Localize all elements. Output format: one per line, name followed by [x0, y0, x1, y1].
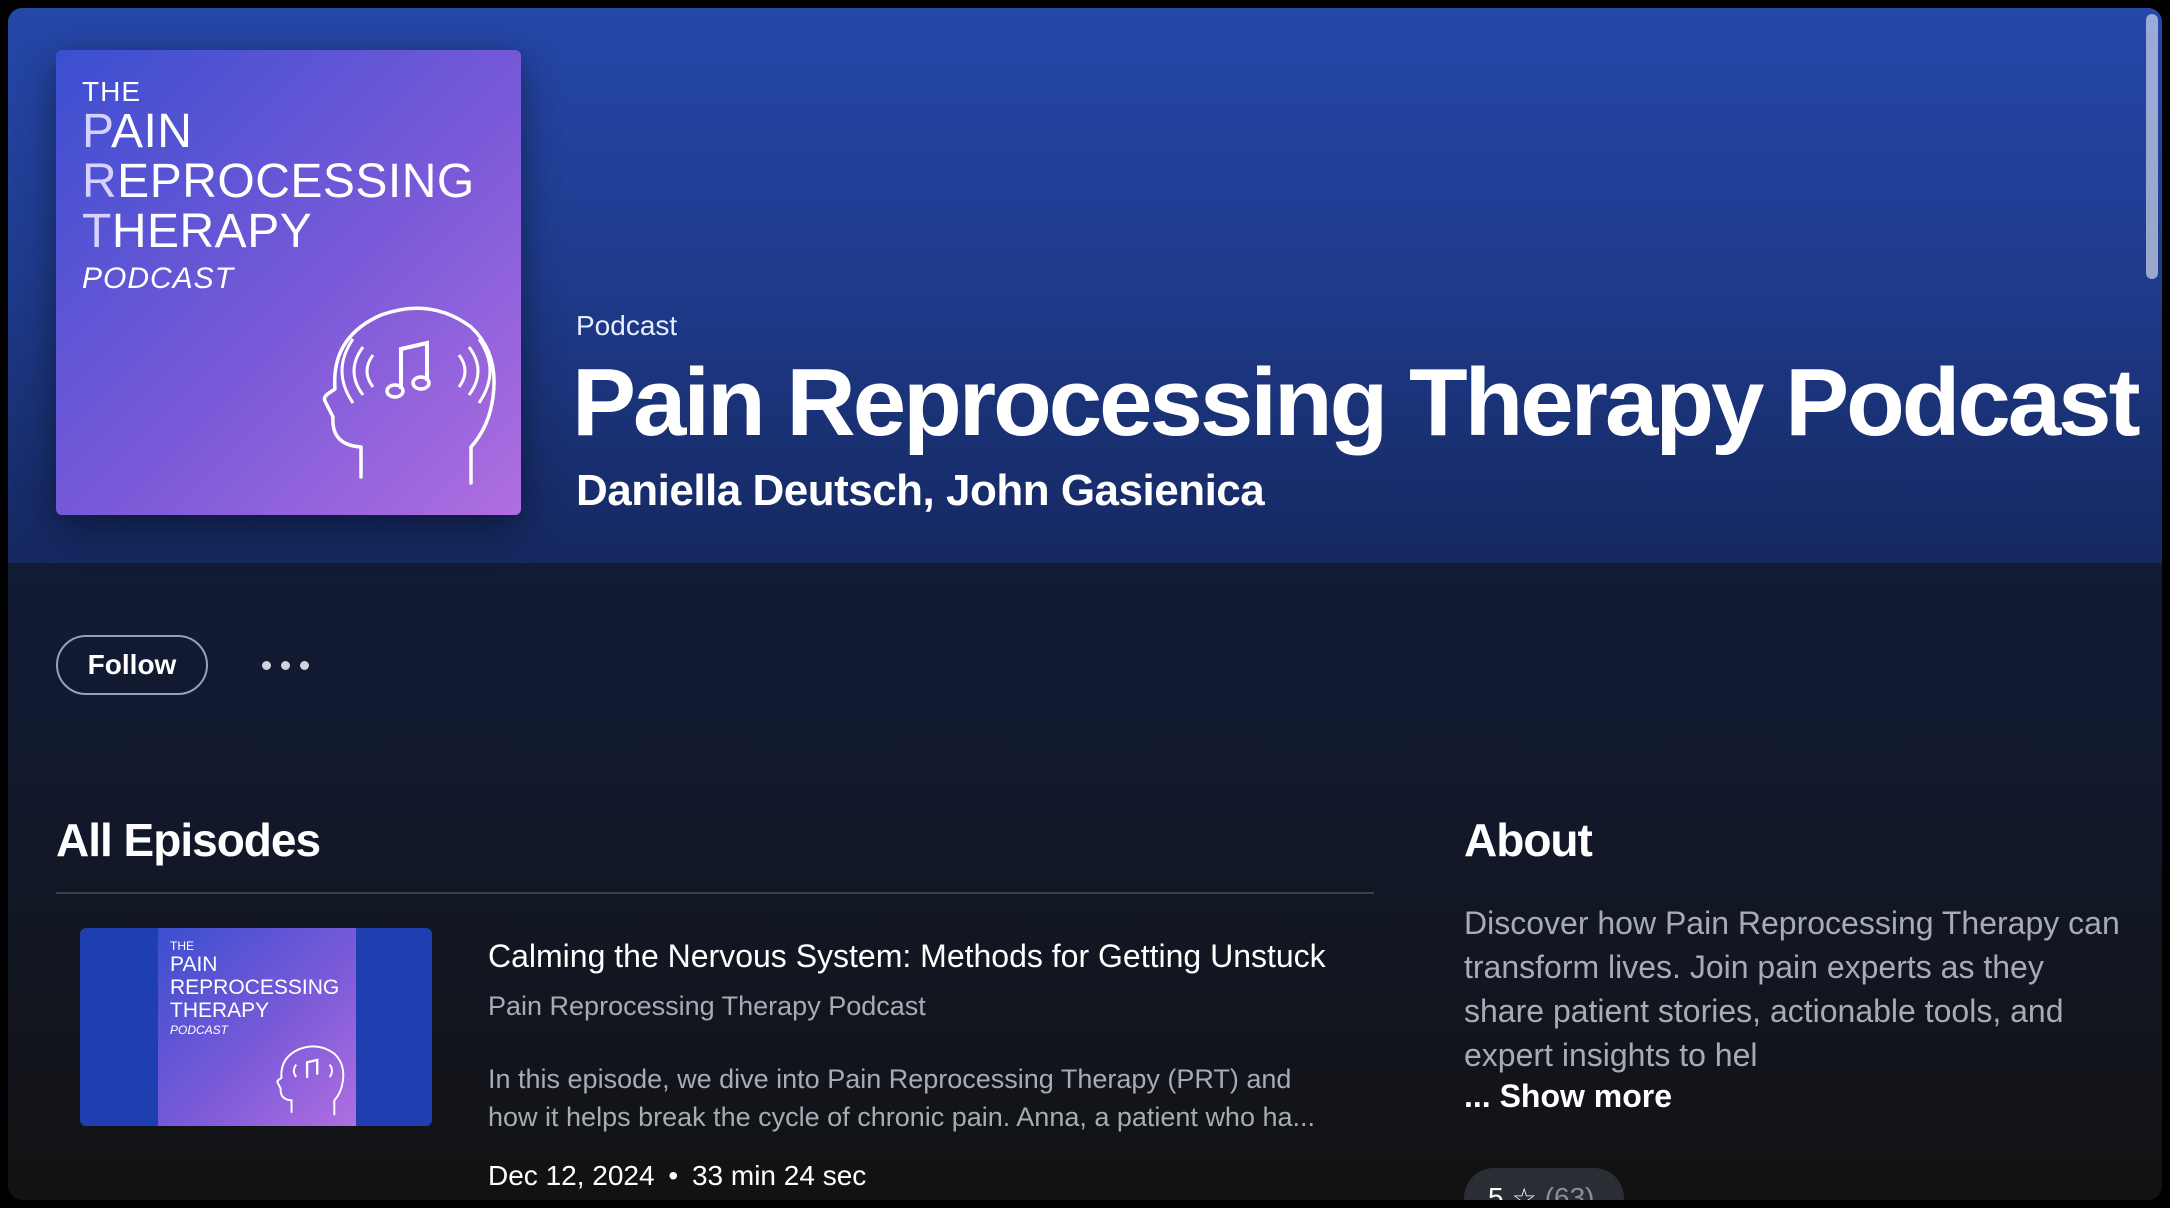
more-options-icon[interactable]: [262, 653, 326, 677]
podcast-header: THE PAIN REPROCESSING THERAPY PODCAST Po…: [8, 8, 2162, 563]
episode-cover-art: THE PAIN REPROCESSING THERAPY PODCAST: [158, 928, 356, 1126]
about-heading: About: [1464, 814, 1593, 866]
cover-line-reprocessing: REPROCESSING: [82, 155, 475, 208]
cover-title: THE PAIN REPROCESSING THERAPY PODCAST: [82, 78, 475, 294]
episode-description: In this episode, we dive into Pain Repro…: [488, 1064, 1316, 1132]
episodes-heading: All Episodes: [56, 814, 321, 866]
star-icon: ☆: [1511, 1182, 1537, 1201]
podcast-authors[interactable]: Daniella Deutsch, John Gasienica: [576, 466, 1265, 516]
cover-line-podcast: PODCAST: [82, 262, 235, 295]
cover-line-therapy: THERAPY: [82, 205, 313, 258]
rating-count: (63): [1544, 1182, 1595, 1200]
follow-button[interactable]: Follow: [56, 635, 208, 695]
episode-meta: Dec 12, 2024 • 33 min 24 sec: [488, 1160, 866, 1192]
dot: [262, 660, 271, 670]
content-type-label: Podcast: [576, 310, 678, 341]
dot: [281, 660, 290, 670]
rating-value: 5: [1488, 1182, 1504, 1200]
episode-show-name[interactable]: Pain Reprocessing Therapy Podcast: [488, 991, 926, 1022]
head-sound-icon: [322, 306, 496, 485]
thumb-title: THE PAIN REPROCESSING THERAPY PODCAST: [170, 939, 340, 1037]
about-description: Discover how Pain Reprocessing Therapy c…: [1464, 905, 2120, 1073]
cover-line-the: THE: [82, 76, 141, 107]
cover-line-pain: PAIN: [82, 105, 193, 158]
meta-separator: •: [668, 1160, 679, 1191]
episode-title[interactable]: Calming the Nervous System: Methods for …: [488, 938, 1326, 975]
episode-date: Dec 12, 2024: [488, 1160, 655, 1191]
head-sound-icon: [276, 1045, 345, 1116]
episode-duration: 33 min 24 sec: [691, 1160, 867, 1191]
podcast-page: THE PAIN REPROCESSING THERAPY PODCAST Po…: [8, 8, 2162, 1200]
show-more-link[interactable]: ... Show more: [1464, 1078, 1672, 1115]
rating-badge[interactable]: 5 ☆ (63): [1464, 1168, 1624, 1200]
episode-thumbnail[interactable]: THE PAIN REPROCESSING THERAPY PODCAST: [80, 928, 432, 1126]
podcast-cover-art: THE PAIN REPROCESSING THERAPY PODCAST: [56, 50, 521, 515]
divider: [56, 892, 1374, 894]
scrollbar-thumb[interactable]: [2146, 14, 2158, 279]
dot: [300, 660, 309, 670]
page-title: Pain Reprocessing Therapy Podcast: [572, 349, 2141, 456]
